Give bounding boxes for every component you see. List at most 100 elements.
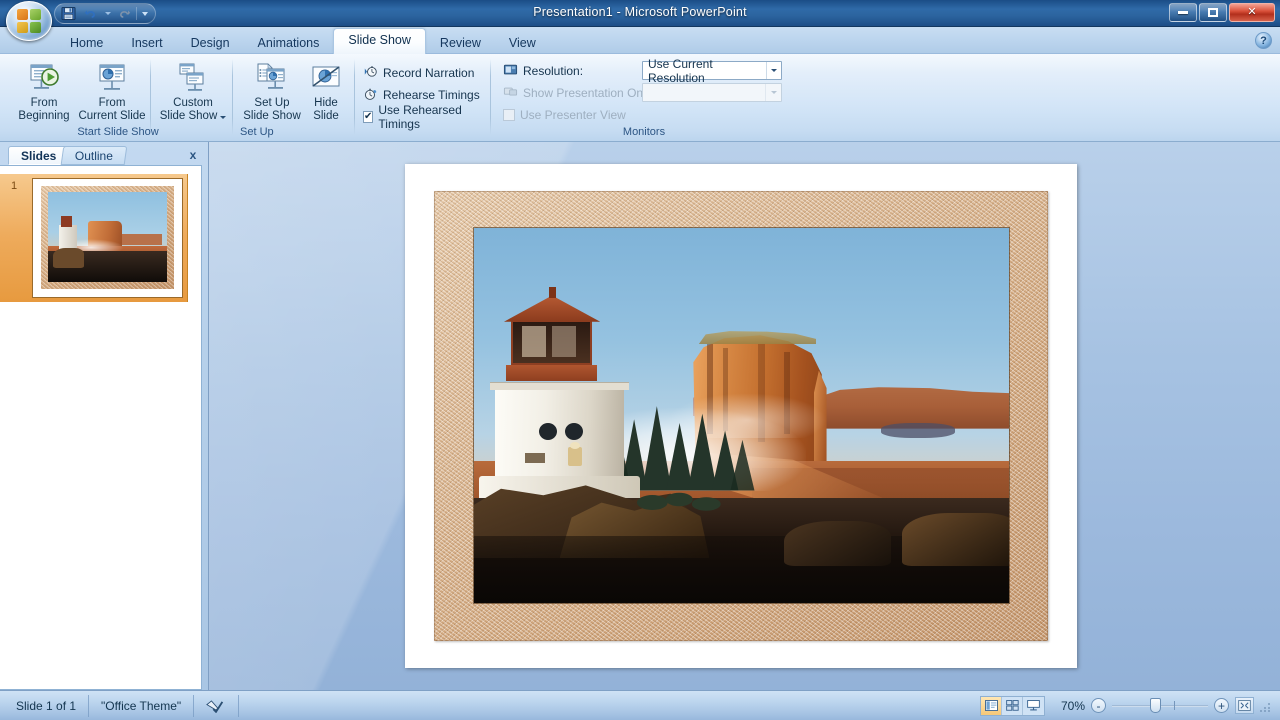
group-label-set-up: Set Up: [240, 126, 274, 138]
tab-review[interactable]: Review: [426, 33, 495, 56]
save-icon[interactable]: [58, 5, 79, 23]
spellcheck-icon[interactable]: [194, 694, 240, 717]
help-icon[interactable]: ?: [1255, 32, 1272, 49]
slides-thumbnail-list: 1: [0, 165, 202, 690]
maximize-button[interactable]: [1199, 3, 1227, 22]
zoom-slider[interactable]: [1112, 698, 1208, 713]
set-up-slide-show-button[interactable]: Set Up Slide Show: [236, 57, 308, 125]
status-spacer: [239, 695, 980, 717]
group-label-start-slide-show: Start Slide Show: [77, 126, 159, 138]
ribbon-group-start-slide-show: From Beginning From Current Slide Custom…: [4, 55, 232, 140]
slide-photo[interactable]: [474, 228, 1009, 603]
picture-frame[interactable]: [434, 191, 1048, 641]
status-bar-right: 70% - +: [980, 695, 1280, 716]
close-button[interactable]: ✕: [1229, 3, 1275, 22]
tab-insert[interactable]: Insert: [117, 33, 176, 56]
setup-slideshow-icon: [255, 61, 289, 95]
record-narration-label: Record Narration: [383, 66, 475, 80]
group-label-monitors: Monitors: [622, 126, 666, 138]
pane-tab-bar: Slides Outline x: [0, 146, 208, 166]
from-beginning-label-2: Beginning: [18, 109, 70, 122]
customize-qat-icon[interactable]: [138, 5, 152, 23]
chevron-down-icon[interactable]: [220, 115, 227, 119]
microphone-icon: [363, 65, 378, 82]
quick-access-toolbar: [54, 3, 156, 24]
ribbon-tabs: Home Insert Design Animations Slide Show…: [56, 28, 550, 56]
resolution-item: Resolution:: [500, 61, 586, 81]
slide-canvas[interactable]: [405, 164, 1077, 668]
pane-tab-outline[interactable]: Outline: [60, 146, 128, 165]
view-buttons: [980, 695, 1045, 716]
redo-icon[interactable]: [114, 5, 135, 23]
stopwatch-icon: [363, 87, 378, 104]
tab-animations[interactable]: Animations: [244, 33, 334, 56]
minimize-button[interactable]: [1169, 3, 1197, 22]
rehearse-timings-item[interactable]: Rehearse Timings: [360, 85, 483, 105]
slide-show-view-button[interactable]: [1023, 697, 1044, 715]
office-logo-icon: [17, 9, 41, 33]
ribbon-tab-strip: Home Insert Design Animations Slide Show…: [0, 27, 1280, 54]
use-presenter-view-item: Use Presenter View: [500, 105, 629, 125]
window-controls: ✕: [1169, 3, 1275, 22]
undo-dropdown-icon[interactable]: [102, 5, 113, 23]
slideshow-current-icon: [95, 61, 129, 95]
monitors-icon: [503, 85, 518, 102]
from-current-slide-button[interactable]: From Current Slide: [76, 57, 148, 125]
zoom-level[interactable]: 70%: [1051, 699, 1085, 713]
zoom-slider-handle[interactable]: [1150, 698, 1161, 713]
custom-slide-show-button[interactable]: Custom Slide Show: [154, 57, 232, 125]
slide-editing-area[interactable]: [208, 142, 1280, 690]
resize-grip-icon[interactable]: [1260, 700, 1272, 712]
hide-slide-label-1: Hide: [314, 97, 338, 109]
from-current-slide-label-1: From: [98, 97, 126, 109]
zoom-out-button[interactable]: -: [1091, 698, 1106, 713]
tab-slide-show[interactable]: Slide Show: [333, 28, 426, 54]
use-rehearsed-timings-item[interactable]: ✔ Use Rehearsed Timings: [360, 103, 488, 131]
ribbon: From Beginning From Current Slide Custom…: [0, 54, 1280, 142]
chevron-down-icon[interactable]: [765, 62, 781, 79]
show-presentation-on-item: Show Presentation On:: [500, 83, 649, 103]
ribbon-group-monitors: Resolution: Use Current Resolution Show …: [494, 55, 794, 140]
tab-home[interactable]: Home: [56, 33, 117, 56]
thumbnail-number: 1: [0, 174, 28, 302]
zoom-in-button[interactable]: +: [1214, 698, 1229, 713]
chevron-down-icon: [765, 84, 781, 101]
powerpoint-window: Presentation1 - Microsoft PowerPoint ✕ H…: [0, 0, 1280, 720]
close-pane-icon[interactable]: x: [186, 148, 200, 162]
thumbnail-slide: [32, 178, 183, 298]
from-current-slide-label-2: Current Slide: [78, 109, 146, 122]
rehearse-timings-label: Rehearse Timings: [383, 88, 480, 102]
hide-slide-button[interactable]: Hide Slide: [304, 57, 348, 125]
hide-slide-icon: [309, 61, 343, 95]
use-presenter-view-checkbox: [503, 109, 515, 121]
use-rehearsed-timings-checkbox[interactable]: ✔: [363, 111, 374, 123]
custom-slideshow-icon: [176, 61, 210, 95]
resolution-combo-value: Use Current Resolution: [648, 56, 713, 85]
office-button[interactable]: [6, 1, 52, 41]
slide-sorter-view-button[interactable]: [1002, 696, 1023, 715]
resolution-combo[interactable]: Use Current Resolution: [642, 57, 782, 85]
from-beginning-button[interactable]: From Beginning: [8, 57, 80, 125]
custom-slide-show-label-2: Slide Show: [159, 109, 218, 122]
fit-to-window-button[interactable]: [1235, 697, 1254, 714]
slide-counter[interactable]: Slide 1 of 1: [4, 694, 90, 717]
status-bar: Slide 1 of 1 "Office Theme" 70% - +: [0, 690, 1280, 720]
theme-name[interactable]: "Office Theme": [89, 694, 195, 717]
slideshow-play-icon: [27, 61, 61, 95]
undo-icon[interactable]: [80, 5, 101, 23]
qat-separator: [136, 7, 137, 20]
normal-view-button[interactable]: [981, 696, 1002, 715]
record-narration-item[interactable]: Record Narration: [360, 63, 477, 83]
from-beginning-label-1: From: [30, 97, 58, 109]
list-item[interactable]: 1: [0, 174, 201, 302]
thumbnail-selected-frame[interactable]: [28, 174, 188, 302]
tab-view[interactable]: View: [495, 33, 550, 56]
show-presentation-on-combo: [642, 83, 782, 102]
hide-slide-label-2: Slide: [313, 109, 339, 122]
title-bar: Presentation1 - Microsoft PowerPoint ✕: [0, 0, 1280, 41]
monitor-icon: [503, 63, 518, 80]
tab-design[interactable]: Design: [177, 33, 244, 56]
custom-slide-show-label-1: Custom: [173, 97, 213, 109]
use-presenter-view-label: Use Presenter View: [520, 108, 626, 122]
slides-outline-pane: Slides Outline x 1: [0, 142, 208, 690]
